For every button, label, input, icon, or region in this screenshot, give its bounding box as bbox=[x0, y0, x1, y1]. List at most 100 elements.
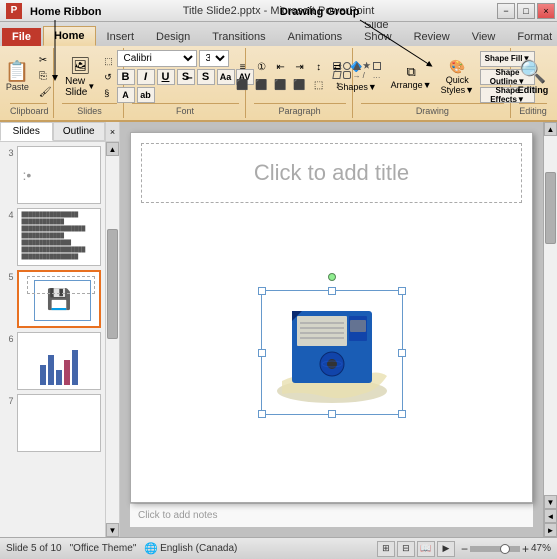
quick-styles-button[interactable]: 🎨 Quick Styles▼ bbox=[438, 57, 477, 97]
minimize-button[interactable]: − bbox=[497, 3, 515, 19]
shadow-button[interactable]: S bbox=[197, 69, 215, 85]
editing-text: Editing bbox=[518, 85, 549, 95]
close-button[interactable]: × bbox=[537, 3, 555, 19]
italic-button[interactable]: I bbox=[137, 69, 155, 85]
section-button[interactable]: § bbox=[100, 86, 117, 100]
bold-button[interactable]: B bbox=[117, 69, 135, 85]
slide-thumb-3[interactable]: :• bbox=[17, 146, 101, 204]
scroll-thumb[interactable] bbox=[107, 229, 118, 339]
shape-rect bbox=[333, 62, 341, 70]
slides-tab[interactable]: Slides bbox=[0, 122, 53, 141]
tab-transitions[interactable]: Transitions bbox=[201, 27, 276, 46]
editing-controls: 🔍 Editing bbox=[518, 50, 549, 103]
underline-button[interactable]: U bbox=[157, 69, 175, 85]
columns-button[interactable]: ⬚ bbox=[310, 78, 328, 94]
canvas-scroll-up[interactable]: ▲ bbox=[544, 122, 557, 136]
cut-button[interactable]: ✂ bbox=[35, 53, 56, 68]
slides-label: Slides bbox=[62, 103, 116, 116]
font-face-select[interactable]: Calibri bbox=[117, 50, 197, 67]
panel-close-button[interactable]: × bbox=[105, 122, 119, 141]
handle-top-mid[interactable] bbox=[328, 287, 336, 295]
new-slide-button[interactable]: 🖼 New Slide ▼ bbox=[62, 54, 98, 100]
increase-indent-button[interactable]: ⇥ bbox=[291, 60, 309, 76]
copy-button[interactable]: ⎘ bbox=[35, 69, 56, 84]
slide-canvas[interactable]: Click to add title bbox=[130, 132, 533, 503]
bar-1 bbox=[40, 365, 46, 385]
highlight-button[interactable]: ab bbox=[137, 87, 155, 103]
tab-animations[interactable]: Animations bbox=[277, 27, 353, 46]
tab-review[interactable]: Review bbox=[403, 27, 461, 46]
drawing-controls: → / … Shapes▼ ⧉ Arrange▼ bbox=[330, 50, 535, 103]
align-right-button[interactable]: ⬛ bbox=[272, 78, 290, 94]
canvas-scroll-track bbox=[544, 136, 557, 495]
bar-3 bbox=[56, 370, 62, 385]
slide-num-7: 7 bbox=[4, 396, 13, 406]
canvas-area: Click to add title bbox=[120, 122, 543, 537]
tab-format[interactable]: Format bbox=[506, 27, 557, 46]
canvas-scroll-thumb[interactable] bbox=[545, 172, 556, 244]
scroll-up-button[interactable]: ▲ bbox=[106, 142, 119, 156]
slide-thumb-6[interactable] bbox=[17, 332, 101, 390]
shape-rounded bbox=[343, 71, 351, 79]
normal-view-btn[interactable]: ⊞ bbox=[377, 541, 395, 557]
font-label: Font bbox=[132, 103, 239, 116]
language-info: 🌐 English (Canada) bbox=[144, 542, 237, 555]
font-color-button[interactable]: A bbox=[117, 87, 135, 103]
tab-file[interactable]: File bbox=[2, 28, 41, 46]
reading-view-btn[interactable]: 📖 bbox=[417, 541, 435, 557]
slide-thumb-4[interactable]: ████████████████████████████████████████… bbox=[17, 208, 101, 266]
drawing-label-text: Drawing bbox=[361, 103, 504, 116]
quick-styles-icon: 🎨 bbox=[449, 59, 465, 75]
slide-thumb-5[interactable]: 💾 bbox=[17, 270, 101, 328]
strikethrough-button[interactable]: S̶ bbox=[177, 69, 195, 85]
bar-4 bbox=[64, 360, 70, 385]
next-slide-btn[interactable]: ► bbox=[544, 523, 557, 537]
zoom-slider[interactable] bbox=[470, 546, 520, 552]
tab-home[interactable]: Home bbox=[43, 26, 96, 46]
scroll-down-button[interactable]: ▼ bbox=[106, 523, 119, 537]
tab-insert[interactable]: Insert bbox=[96, 27, 146, 46]
handle-bottom-mid[interactable] bbox=[328, 410, 336, 418]
justify-button[interactable]: ⬛ bbox=[291, 78, 309, 94]
tab-view[interactable]: View bbox=[461, 27, 507, 46]
canvas-scroll-down[interactable]: ▼ bbox=[544, 495, 557, 509]
ribbon-content: 📋 Paste ✂ ⎘ 🖌 Clipboard 🖼 New Slide ▼ bbox=[0, 46, 557, 120]
outline-tab[interactable]: Outline bbox=[53, 122, 106, 141]
arrange-label: Arrange▼ bbox=[391, 80, 432, 90]
format-painter-button[interactable]: 🖌 bbox=[35, 85, 56, 100]
selected-object[interactable] bbox=[261, 290, 403, 415]
arrange-button[interactable]: ⧉ Arrange▼ bbox=[388, 62, 435, 92]
font-size-select[interactable]: 32 bbox=[199, 50, 229, 67]
slideshow-btn[interactable]: ▶ bbox=[437, 541, 455, 557]
font-case-button[interactable]: Aa bbox=[217, 69, 235, 85]
tab-design[interactable]: Design bbox=[145, 27, 201, 46]
handle-mid-right[interactable] bbox=[398, 349, 406, 357]
clipboard-buttons: 📋 Paste ✂ ⎘ 🖌 bbox=[2, 50, 56, 103]
slide-sorter-btn[interactable]: ⊟ bbox=[397, 541, 415, 557]
handle-top-right[interactable] bbox=[398, 287, 406, 295]
zoom-plus-btn[interactable]: + bbox=[522, 542, 529, 556]
text-direction-button[interactable]: ↕ bbox=[310, 60, 328, 76]
title-placeholder[interactable]: Click to add title bbox=[141, 143, 522, 203]
rotation-handle[interactable] bbox=[328, 273, 336, 281]
notes-bar[interactable]: Click to add notes bbox=[130, 503, 533, 527]
handle-bottom-right[interactable] bbox=[398, 410, 406, 418]
align-left-button[interactable]: ⬛ bbox=[234, 78, 252, 94]
layout-button[interactable]: ⬚ bbox=[100, 54, 117, 69]
align-center-button[interactable]: ⬛ bbox=[253, 78, 271, 94]
decrease-indent-button[interactable]: ⇤ bbox=[272, 60, 290, 76]
handle-top-left[interactable] bbox=[258, 287, 266, 295]
numbering-button[interactable]: ① bbox=[253, 60, 271, 76]
handle-bottom-left[interactable] bbox=[258, 410, 266, 418]
prev-slide-btn[interactable]: ◄ bbox=[544, 509, 557, 523]
maximize-button[interactable]: □ bbox=[517, 3, 535, 19]
handle-mid-left[interactable] bbox=[258, 349, 266, 357]
reset-button[interactable]: ↺ bbox=[100, 70, 117, 85]
bullets-button[interactable]: ≡ bbox=[234, 60, 252, 76]
slide-thumb-7[interactable] bbox=[17, 394, 101, 452]
zoom-minus-btn[interactable]: − bbox=[461, 542, 468, 556]
zoom-thumb[interactable] bbox=[500, 544, 510, 554]
paste-button[interactable]: 📋 Paste bbox=[2, 60, 33, 94]
slide-thumb-3-content: :• bbox=[18, 147, 100, 203]
shapes-button[interactable]: → / … Shapes▼ bbox=[330, 60, 385, 94]
